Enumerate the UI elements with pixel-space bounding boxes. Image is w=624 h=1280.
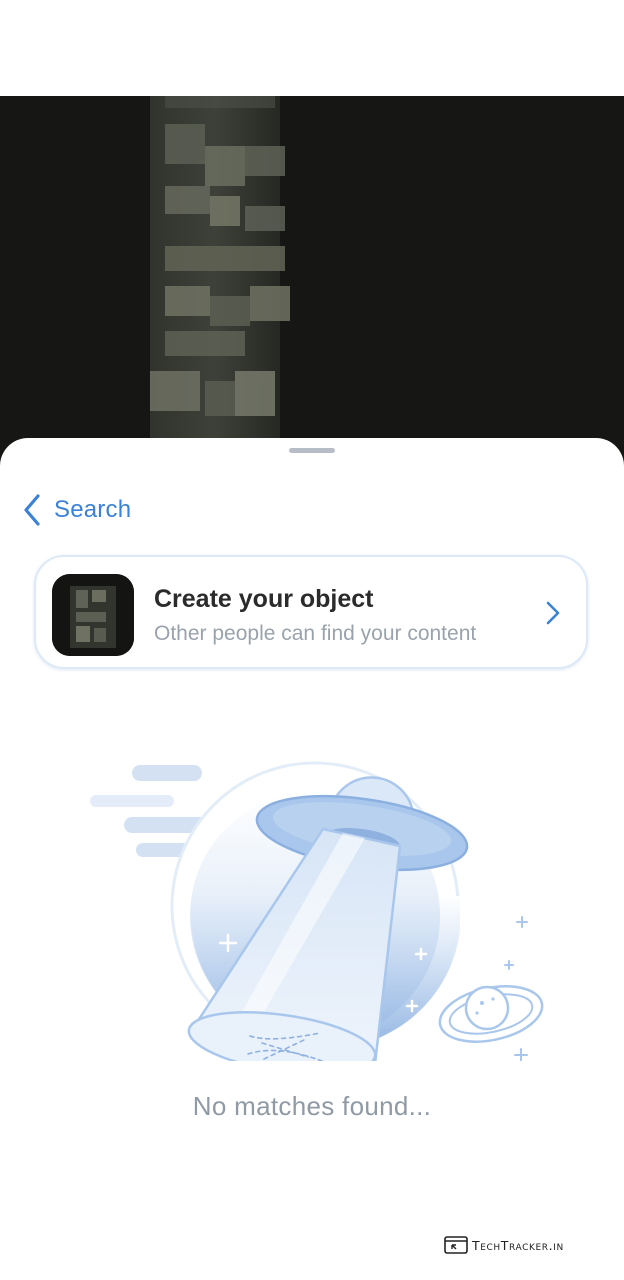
card-title: Create your object	[154, 585, 374, 613]
camera-preview-image	[0, 96, 624, 466]
chevron-left-icon	[24, 494, 40, 526]
chevron-right-icon	[546, 601, 560, 625]
camera-preview	[0, 96, 624, 466]
watermark: TechTracker.in	[444, 1236, 564, 1254]
browser-window-icon	[444, 1236, 468, 1254]
back-label: Search	[54, 496, 132, 523]
object-thumbnail	[52, 574, 134, 656]
empty-state-message: No matches found...	[192, 1091, 432, 1121]
screen: Search Create your object Other people c…	[0, 0, 624, 1280]
ufo-illustration	[90, 761, 544, 1061]
status-bar-area	[0, 0, 624, 96]
watermark-text: TechTracker.in	[472, 1237, 564, 1253]
create-object-card[interactable]: Create your object Other people can find…	[34, 555, 588, 669]
card-subtitle: Other people can find your content	[154, 622, 477, 645]
drag-handle[interactable]	[289, 448, 335, 453]
planet-icon	[438, 985, 544, 1043]
bottom-sheet: Search Create your object Other people c…	[0, 438, 624, 1280]
back-button[interactable]: Search	[22, 490, 131, 530]
